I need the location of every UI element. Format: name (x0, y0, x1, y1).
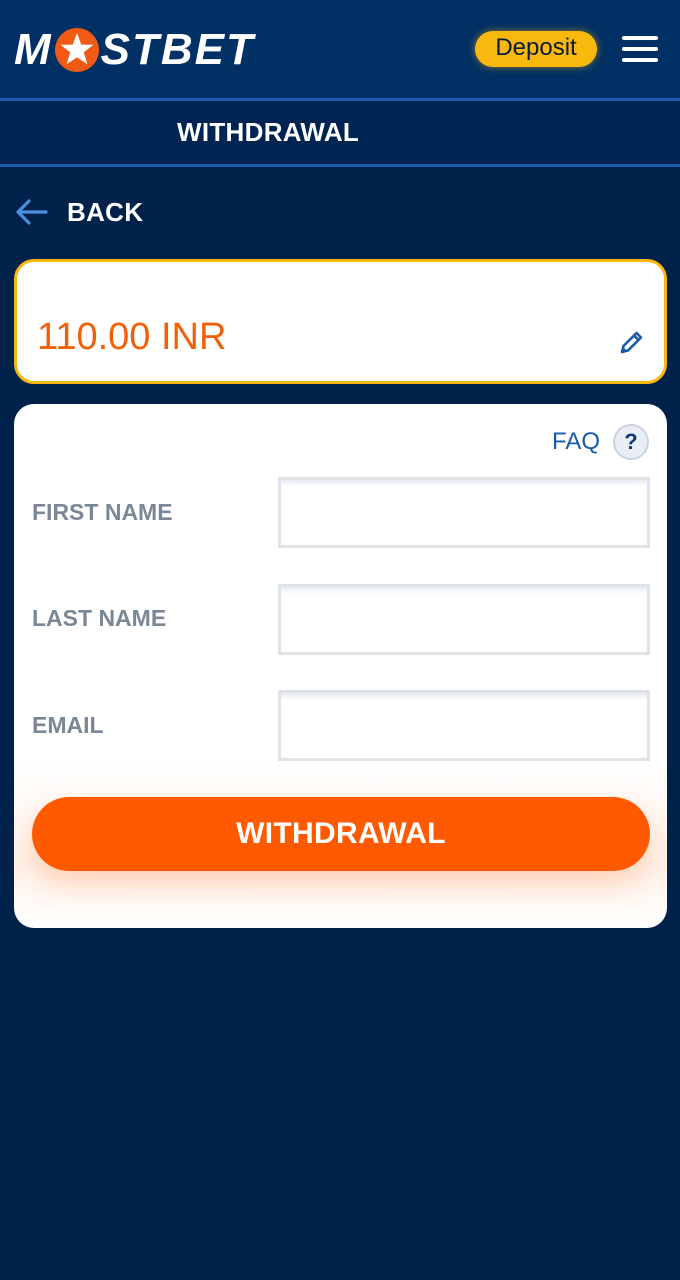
first-name-label: FIRST NAME (32, 499, 173, 525)
title-divider (0, 164, 680, 167)
help-icon[interactable]: ? (613, 424, 649, 460)
title-bar: WITHDRAWAL (0, 101, 680, 164)
back-button[interactable]: BACK (14, 192, 143, 232)
amount-field[interactable]: 110.00 INR (14, 259, 667, 384)
withdrawal-button[interactable]: WITHDRAWAL (32, 797, 650, 871)
logo-text-start: M (14, 25, 53, 74)
logo-text-end: STBET (100, 25, 255, 74)
withdrawal-form: FAQ ? FIRST NAME LAST NAME EMAIL WITHDRA… (14, 404, 667, 928)
page-title: WITHDRAWAL (177, 117, 360, 147)
arrow-left-icon (16, 199, 48, 225)
back-label: BACK (67, 196, 144, 227)
last-name-input[interactable] (278, 584, 650, 655)
app-header: M STBET Deposit (0, 0, 680, 98)
pencil-icon[interactable] (618, 328, 646, 356)
hamburger-icon[interactable] (622, 35, 658, 63)
mostbet-logo[interactable]: M STBET (14, 24, 255, 76)
amount-value: 110.00 INR (37, 316, 227, 358)
deposit-button[interactable]: Deposit (475, 31, 597, 67)
first-name-input[interactable] (278, 477, 650, 548)
last-name-label: LAST NAME (32, 605, 167, 631)
email-label: EMAIL (32, 712, 104, 738)
faq-link[interactable]: FAQ (552, 428, 600, 456)
email-input[interactable] (278, 690, 650, 761)
logo-star-icon (54, 27, 100, 73)
